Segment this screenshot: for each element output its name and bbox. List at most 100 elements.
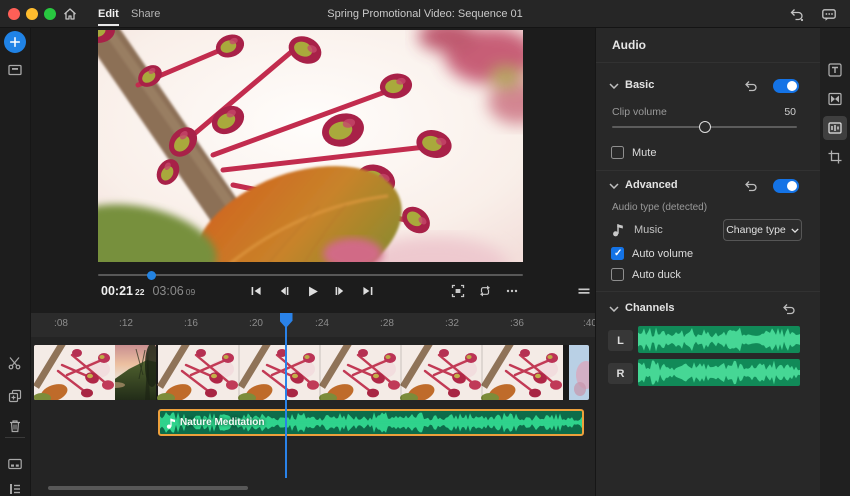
advanced-section-header[interactable]: Advanced [596, 174, 821, 198]
feedback-icon [822, 9, 836, 21]
play-button[interactable] [300, 279, 324, 303]
chevron-down-icon [609, 306, 619, 312]
preview-scrubber[interactable] [98, 271, 523, 280]
tab-share[interactable]: Share [131, 0, 160, 28]
loop-icon [480, 285, 490, 297]
channels-section-header[interactable]: Channels [596, 297, 821, 321]
channel-right-label: R [616, 367, 625, 380]
channel-right-waveform [638, 359, 800, 386]
video-track[interactable] [34, 345, 589, 400]
basic-toggle[interactable] [773, 79, 799, 93]
channel-right-button[interactable]: R [608, 363, 633, 384]
basic-reset-button[interactable] [743, 78, 759, 94]
advanced-reset-button[interactable] [743, 178, 759, 194]
toolbar-divider [5, 437, 25, 438]
video-clip-sky[interactable] [569, 345, 589, 400]
split-clip-button[interactable] [7, 355, 23, 371]
window-close-button[interactable] [8, 8, 20, 20]
chevron-down-icon [609, 83, 619, 89]
ruler-tick: :36 [510, 318, 524, 329]
music-type-icon [613, 224, 623, 237]
timeline-ruler[interactable]: :08 :12 :16 :20 :24 :28 :32 :36 :40 [31, 313, 595, 337]
auto-duck-label: Auto duck [632, 269, 681, 281]
auto-volume-label: Auto volume [632, 248, 694, 260]
ruler-tick: :24 [315, 318, 329, 329]
crop-transform-panel-button[interactable] [827, 149, 843, 165]
track-options-icon [8, 458, 22, 470]
video-clip-flowers[interactable] [34, 345, 563, 400]
track-list-button[interactable] [7, 481, 23, 496]
channel-left-button[interactable]: L [608, 330, 633, 351]
audio-panel-button[interactable] [827, 120, 843, 136]
auto-volume-checkbox[interactable] [611, 247, 624, 260]
audio-type-value: Music [634, 224, 663, 236]
panel-divider [596, 291, 821, 292]
crop-icon [828, 150, 842, 164]
titles-panel-button[interactable] [827, 62, 843, 78]
mute-label: Mute [632, 147, 657, 159]
frame-forward-button[interactable] [328, 279, 352, 303]
go-to-end-button[interactable] [356, 279, 380, 303]
window-minimize-button[interactable] [26, 8, 38, 20]
advanced-section-label: Advanced [625, 179, 678, 191]
mute-checkbox[interactable] [611, 146, 624, 159]
frame-back-icon [280, 287, 289, 295]
channels-reset-button[interactable] [781, 301, 797, 317]
scrubber-track[interactable] [98, 274, 523, 276]
basic-section-header[interactable]: Basic [596, 74, 821, 98]
clip-volume-slider-handle[interactable] [699, 121, 711, 133]
loop-button[interactable] [473, 279, 497, 303]
track-list-icon [10, 484, 20, 494]
playhead-line[interactable] [285, 326, 287, 478]
change-type-label: Change type [726, 224, 786, 236]
music-note-icon [166, 418, 175, 429]
trash-icon [10, 420, 20, 433]
channel-left-waveform [638, 326, 800, 353]
project-title: Spring Promotional Video: Sequence 01 [327, 8, 523, 20]
go-to-start-icon [251, 287, 261, 295]
media-bin-button[interactable] [7, 62, 23, 78]
right-waveform-svg [638, 360, 800, 385]
panel-divider [596, 62, 821, 63]
duplicate-clip-button[interactable] [7, 388, 23, 404]
advanced-toggle[interactable] [773, 179, 799, 193]
ruler-tick: :16 [184, 318, 198, 329]
duplicate-icon [8, 389, 22, 403]
undo-button[interactable] [789, 7, 805, 23]
audio-clip-nature-meditation[interactable]: Nature Meditation [158, 409, 584, 436]
tab-share-label: Share [131, 8, 161, 20]
right-panel-rail [820, 28, 850, 496]
audio-panel-title: Audio [612, 38, 646, 52]
duration-time: 03:06 [152, 284, 184, 298]
audio-clip-label: Nature Meditation [166, 411, 264, 434]
frame-back-button[interactable] [272, 279, 296, 303]
transitions-panel-button[interactable] [827, 91, 843, 107]
auto-duck-checkbox[interactable] [611, 268, 624, 281]
feedback-button[interactable] [821, 7, 837, 23]
left-toolbar [0, 28, 30, 496]
tab-edit-label: Edit [98, 8, 119, 20]
timeline-scrollbar[interactable] [48, 486, 248, 490]
delete-clip-button[interactable] [7, 418, 23, 434]
home-icon [64, 8, 76, 20]
home-button[interactable] [62, 6, 78, 22]
play-icon [308, 286, 318, 296]
window-zoom-button[interactable] [44, 8, 56, 20]
audio-panel-icon [828, 122, 842, 134]
panel-divider [596, 170, 821, 171]
timeline-menu-button[interactable] [572, 279, 595, 303]
tab-edit[interactable]: Edit [98, 0, 119, 28]
clip-volume-value: 50 [784, 106, 796, 118]
go-to-start-button[interactable] [244, 279, 268, 303]
add-media-button[interactable] [4, 31, 26, 53]
premiere-rush-window: Edit Share Spring Promotional Video: Seq… [0, 0, 850, 496]
titles-icon [828, 63, 842, 77]
fullscreen-button[interactable] [446, 279, 470, 303]
frame-forward-icon [335, 287, 344, 295]
track-options-button[interactable] [7, 456, 23, 472]
fullscreen-icon [451, 284, 465, 298]
video-preview-frame [98, 30, 523, 262]
undo-icon [790, 9, 804, 22]
more-options-button[interactable] [500, 279, 524, 303]
change-type-dropdown[interactable]: Change type [723, 219, 802, 241]
